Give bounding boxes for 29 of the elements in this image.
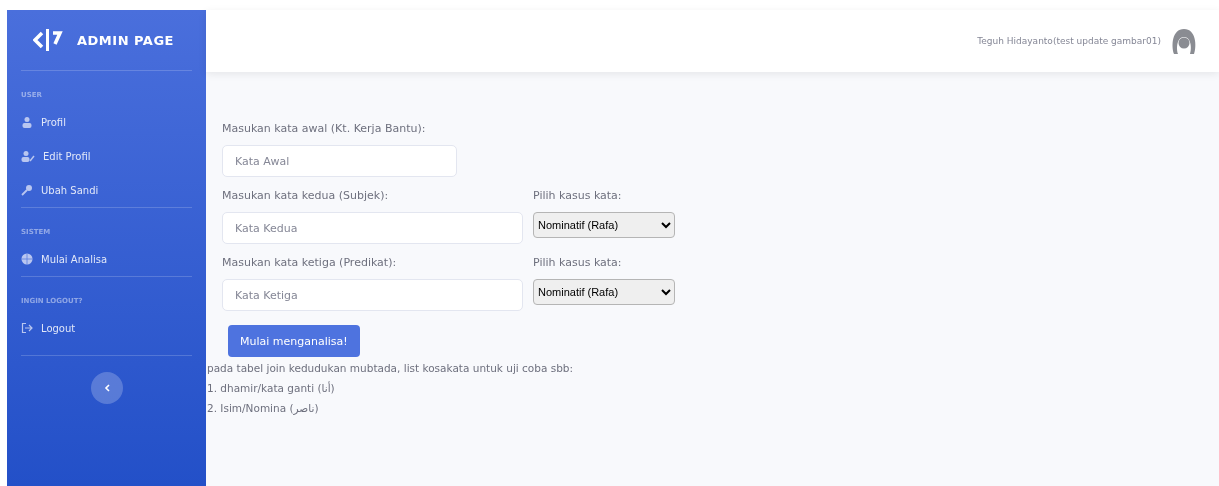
sidebar-item[interactable]: Profil (21, 105, 192, 139)
globe-icon (21, 253, 33, 265)
sidebar-item[interactable]: Logout (21, 311, 192, 345)
logout-icon (21, 322, 33, 334)
analyze-button[interactable]: Mulai menganalisa! (228, 325, 360, 357)
case-select[interactable]: Nominatif (Rafa) (533, 279, 675, 305)
user-icon (21, 116, 33, 128)
field-label: Masukan kata kedua (Subjek): (222, 189, 390, 202)
user-name: Teguh Hidayanto(test update gambar01) (977, 36, 1161, 46)
case-select[interactable]: Nominatif (Rafa) (533, 212, 675, 238)
chevron-left-icon (103, 384, 110, 392)
sidebar-toggle-button[interactable] (90, 372, 123, 404)
user-edit-icon (21, 150, 35, 162)
text-field[interactable]: Kata Ketiga (222, 279, 523, 311)
field-label: Masukan kata awal (Kt. Kerja Bantu): (222, 122, 427, 135)
key-icon (21, 184, 33, 196)
sidebar-item[interactable]: Ubah Sandi (21, 173, 192, 207)
sidebar-item[interactable]: Edit Profil (21, 139, 192, 173)
field-label: Masukan kata ketiga (Predikat): (222, 256, 398, 269)
sidebar-item[interactable]: Mulai Analisa (21, 242, 192, 276)
brand-title: ADMIN PAGE (77, 32, 174, 48)
code-logo-icon (33, 28, 63, 52)
field-label: Pilih kasus kata: (533, 189, 623, 202)
text-field[interactable]: Kata Kedua (222, 212, 523, 244)
note-text: pada tabel join kedudukan mubtada, list kosakata untuk uji coba sbb: (207, 361, 575, 376)
field-label: Pilih kasus kata: (533, 256, 623, 269)
text-field[interactable]: Kata Awal (222, 145, 457, 177)
note-text: 1. dhamir/kata ganti (أنا) (207, 381, 336, 396)
note-text: 2. Isim/Nomina (ناصر) (207, 401, 320, 416)
